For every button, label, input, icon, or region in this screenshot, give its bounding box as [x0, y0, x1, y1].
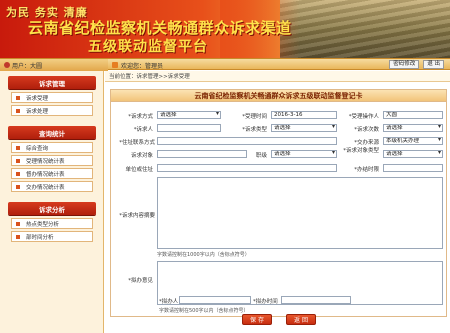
main-content: 当前位置：诉求管理>>诉求受理 云南省纪检监察机关畅通群众诉求五级联动监督登记卡…: [105, 71, 450, 333]
opinion-time-label: *拟办时间: [253, 299, 278, 305]
opinion-person-field[interactable]: [179, 296, 251, 304]
appeal-target-label: 诉求对象: [130, 153, 153, 159]
top-info-bar: 用户：大圆 欢迎您：管理员 密码修改 退 出: [0, 58, 450, 71]
deadline-field[interactable]: [383, 164, 443, 172]
sidebar-section-appeal-analysis[interactable]: 诉求分析: [8, 202, 96, 215]
address-field[interactable]: [157, 137, 337, 145]
sidebar-item-general-query[interactable]: 综合查询: [11, 142, 93, 153]
sidebar-item-appeal-process[interactable]: 诉求处理: [11, 105, 93, 116]
content-summary-label: *诉求内容摘要: [119, 213, 155, 219]
sidebar-section-query-stats[interactable]: 查询统计: [8, 126, 96, 139]
change-password-button[interactable]: 密码修改: [389, 60, 420, 69]
bullet-icon: [16, 158, 20, 163]
workplace-field[interactable]: [157, 164, 337, 172]
appeal-method-label: *诉求方式: [128, 114, 153, 120]
sidebar-item-hotspot-analysis[interactable]: 热点类型分析: [11, 218, 93, 229]
sidebar-item-appeal-receive[interactable]: 诉求受理: [11, 92, 93, 103]
opinion-note: 字数请控制在500字以内（含标点符号）: [159, 308, 249, 314]
content-summary-note: 字数请控制在1000字以内（含标点符号）: [157, 252, 250, 258]
bullet-icon: [16, 95, 20, 100]
bullet-icon: [16, 171, 20, 176]
back-button[interactable]: 返 回: [286, 314, 316, 325]
address-label: *住址联系方式: [119, 140, 155, 146]
bullet-icon: [16, 108, 20, 113]
bullet-icon: [16, 221, 20, 226]
banner-landscape-image: [220, 0, 450, 58]
breadcrumb: 当前位置：诉求管理>>诉求受理: [105, 71, 450, 82]
receiver-field[interactable]: 大圆: [383, 111, 443, 119]
receive-time-field[interactable]: 2016-3-16: [271, 111, 337, 119]
welcome-text: 欢迎您：管理员: [121, 62, 164, 70]
opinion-time-field[interactable]: [281, 296, 351, 304]
sidebar: 诉求管理 诉求受理 诉求处理 查询统计 综合查询 受理情况统计表 督办情况统计表…: [0, 71, 104, 333]
logout-button[interactable]: 退 出: [423, 60, 444, 69]
appeal-count-label: *诉求次数: [354, 127, 379, 133]
receive-time-label: *受理时间: [242, 114, 267, 120]
opinion-label: *拟办意见: [128, 278, 153, 284]
user-label: 用户：大圆: [12, 62, 43, 70]
position-select[interactable]: 请选择: [271, 150, 337, 158]
appeal-method-select[interactable]: 请选择: [157, 111, 221, 119]
appeal-type-label: *诉求类型: [242, 127, 267, 133]
bullet-icon: [16, 234, 20, 239]
header-banner: 为民 务实 清廉 云南省纪检监察机关畅通群众诉求渠道 五级联动监督平台: [0, 0, 450, 58]
receiver-label: *受理操作人: [348, 114, 379, 120]
appeal-type-select[interactable]: 请选择: [271, 124, 337, 132]
sidebar-item-assign-stats[interactable]: 交办情况统计表: [11, 181, 93, 192]
position-label: 职级: [255, 153, 267, 159]
sidebar-item-receive-stats[interactable]: 受理情况统计表: [11, 155, 93, 166]
save-button[interactable]: 保 存: [242, 314, 272, 325]
welcome-icon: [112, 62, 118, 68]
bullet-icon: [16, 184, 20, 189]
source-select[interactable]: 本级机关办理: [383, 137, 443, 145]
target-type-select[interactable]: 请选择: [383, 150, 443, 158]
user-icon: [4, 62, 10, 68]
banner-title-line2: 五级联动监督平台: [88, 39, 208, 55]
petitioner-label: *诉求人: [133, 127, 153, 133]
source-label: *交办来源: [354, 140, 379, 146]
sidebar-item-supervise-stats[interactable]: 督办情况统计表: [11, 168, 93, 179]
target-type-label: *诉求对象类型: [343, 148, 379, 154]
appeal-count-select[interactable]: 请选择: [383, 124, 443, 132]
form-title: 云南省纪检监察机关畅通群众诉求五级联动监督登记卡: [111, 90, 446, 102]
sidebar-item-time-analysis[interactable]: 部时间分析: [11, 231, 93, 242]
appeal-target-field[interactable]: [157, 150, 247, 158]
sidebar-section-appeal-management[interactable]: 诉求管理: [8, 76, 96, 89]
workplace-label: 单位或住址: [125, 167, 153, 173]
bullet-icon: [16, 145, 20, 150]
welcome-area: 欢迎您：管理员: [112, 59, 163, 71]
user-box: 用户：大圆: [0, 59, 108, 71]
deadline-label: *办结时限: [354, 167, 379, 173]
registration-form: 云南省纪检监察机关畅通群众诉求五级联动监督登记卡 *诉求方式 请选择 *受理时间…: [110, 89, 447, 317]
petitioner-field[interactable]: [157, 124, 221, 132]
opinion-person-label: *拟办人: [159, 299, 179, 305]
content-summary-textarea[interactable]: [157, 177, 443, 249]
banner-title-line1: 云南省纪检监察机关畅通群众诉求渠道: [28, 19, 292, 37]
